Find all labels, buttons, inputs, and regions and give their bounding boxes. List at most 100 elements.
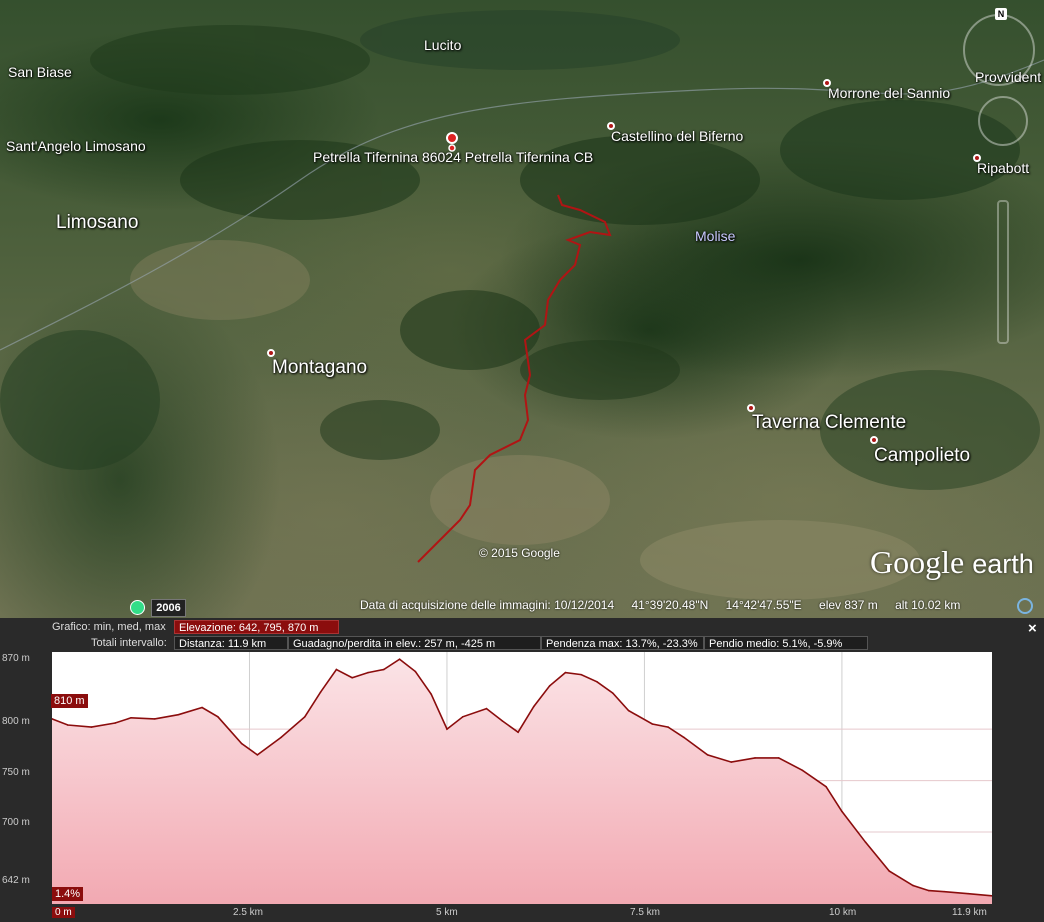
elevation-point [446,728,448,730]
x-tick-label: 0 m [52,907,75,918]
status-bar: Data di acquisizione delle immagini: 10/… [360,598,974,612]
place-marker-morrone[interactable] [823,79,831,87]
elevation-point [351,676,353,679]
elevation-point [888,870,891,872]
place-label-montagano[interactable]: Montagano [272,357,367,379]
elevation-point [967,892,970,895]
place-label-campolieto[interactable]: Campolieto [874,445,970,467]
elevation-point [256,754,259,756]
elevation-point [580,673,583,676]
x-tick-label: 7.5 km [630,907,661,918]
region-label-molise[interactable]: Molise [695,228,735,244]
cursor-elevation-marker: 810 m [51,694,88,708]
elevation-chart[interactable] [52,652,992,904]
y-tick-label: 800 m [2,716,30,727]
elevation-point [706,754,709,756]
place-marker-montagano[interactable] [267,349,275,357]
compass-north-icon[interactable]: N [995,8,1007,20]
elevation-point [485,707,488,710]
zoom-slider[interactable] [997,200,1009,344]
satellite-map-view[interactable]: San Biase Lucito Sant'Angelo Limosano Li… [0,0,1044,618]
cursor-slope-marker: 1.4% [52,887,84,901]
elevation-point [754,757,756,759]
place-marker-ripabottoni[interactable] [973,154,981,162]
elevation-point [864,841,867,844]
elevation-point [382,668,385,671]
elevation-point [801,769,804,772]
x-tick-label: 10 km [829,907,857,918]
elevation-point [612,692,614,694]
place-label-castellino-del-biferno[interactable]: Castellino del Biferno [611,128,743,144]
longitude-readout: 14°42'47.55"E [725,598,802,612]
elevation-point [414,670,417,673]
elevation-point [367,671,369,674]
place-label-limosano[interactable]: Limosano [56,212,138,234]
elevation-point [548,685,551,687]
x-tick-label: 2.5 km [233,907,264,918]
elevation-point [928,889,930,892]
elevation-point [667,726,669,728]
elevation-point [627,709,630,712]
elevation-point [130,717,132,719]
place-marker-castellino[interactable] [607,122,615,130]
elevation-area [52,659,992,904]
elevation-point [217,716,219,718]
elevation-readout: elev 837 m [819,598,878,612]
graph-label: Grafico: min, med, max [52,621,166,633]
historical-imagery-clock-icon[interactable] [130,600,145,615]
place-label-taverna-clemente[interactable]: Taverna Clemente [752,412,906,434]
gain-loss-stat[interactable]: Guadagno/perdita in elev.: 257 m, -425 m [288,636,541,650]
elevation-point [683,736,685,739]
max-slope-stat[interactable]: Pendenza max: 13.7%, -23.3% [541,636,704,650]
elevation-point [564,671,567,674]
latitude-readout: 41°39'20.48"N [631,598,709,612]
y-tick-label: 700 m [2,817,30,828]
elevation-point [461,716,464,718]
move-joystick[interactable] [978,96,1028,146]
elevation-stats[interactable]: Elevazione: 642, 795, 870 m [174,620,339,634]
elevation-point [66,724,69,726]
elevation-point [201,706,203,709]
place-marker-campolieto[interactable] [870,436,878,444]
place-label-santangelo-limosano[interactable]: Sant'Angelo Limosano [6,138,146,154]
totals-label: Totali intervallo: [91,637,167,649]
elevation-chart-svg[interactable] [52,652,992,904]
search-result-pin-icon[interactable] [445,131,459,153]
elevation-point [501,720,504,722]
elevation-point [153,718,156,720]
elevation-point [912,884,914,887]
elevation-point [825,785,827,788]
elevation-point [943,890,946,893]
elevation-point [335,668,338,671]
elevation-point [533,705,535,708]
streaming-indicator-icon [1017,598,1033,614]
elevation-point [319,691,322,693]
place-label-lucito[interactable]: Lucito [424,37,461,53]
y-tick-label: 750 m [2,767,30,778]
place-label-san-biase[interactable]: San Biase [8,64,72,80]
elevation-point [777,757,780,759]
imagery-copyright: © 2015 Google [479,546,560,560]
elevation-point [517,731,519,734]
elevation-point [596,681,598,683]
elevation-point [90,726,93,728]
elevation-point [430,693,432,695]
google-earth-logo: Google earth [870,544,1034,580]
elevation-point [280,736,282,739]
place-label-ripabottoni[interactable]: Ripabott [977,160,1029,176]
place-label-morrone-del-sannio[interactable]: Morrone del Sannio [828,85,950,101]
altitude-readout: alt 10.02 km [895,598,961,612]
elevation-point [240,742,243,745]
acquisition-date: Data di acquisizione delle immagini: 10/… [360,598,615,612]
avg-slope-stat[interactable]: Pendio medio: 5.1%, -5.9% [704,636,868,650]
place-marker-taverna-clemente[interactable] [747,404,755,412]
imagery-year-badge[interactable]: 2006 [151,599,186,617]
close-profile-button[interactable]: × [1028,620,1037,637]
elevation-point [841,810,843,813]
distance-stat[interactable]: Distanza: 11.9 km [174,636,288,650]
elevation-point [398,658,401,660]
y-tick-label: 870 m [2,653,30,664]
x-tick-label: 11.9 km [952,907,987,918]
elevation-point [651,723,654,725]
look-joystick[interactable] [963,14,1035,86]
